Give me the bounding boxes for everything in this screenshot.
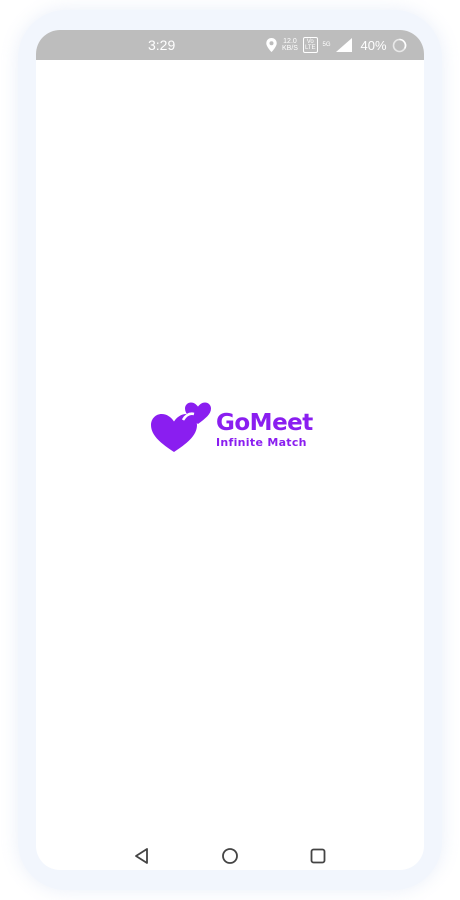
signal-icon	[335, 38, 352, 52]
app-logo: GoMeet Infinite Match	[150, 400, 320, 456]
app-name: GoMeet	[216, 410, 313, 436]
volte-badge: Vo LTE	[302, 37, 318, 53]
double-heart-icon	[151, 402, 211, 452]
network-type-label: 5G	[322, 41, 331, 48]
volte-label: Vo LTE	[304, 39, 316, 51]
back-triangle-icon[interactable]	[132, 846, 152, 866]
network-type: 5G	[323, 42, 331, 49]
phone-screen: 3:29 12.0 KB/S Vo LTE 5G 40% GoMeet Infi…	[36, 30, 424, 870]
battery-percent: 40%	[360, 37, 387, 53]
app-tagline: Infinite Match	[216, 436, 307, 449]
navigation-bar	[36, 842, 424, 870]
recents-square-icon[interactable]	[308, 846, 328, 866]
net-speed-unit: KB/S	[282, 45, 298, 52]
status-bar: 3:29 12.0 KB/S Vo LTE 5G 40%	[36, 30, 424, 60]
page: 3:29 12.0 KB/S Vo LTE 5G 40% GoMeet Infi…	[0, 0, 460, 900]
net-speed-value: 12.0	[283, 38, 297, 45]
net-speed: 12.0 KB/S	[282, 38, 298, 52]
location-icon	[266, 38, 277, 52]
home-circle-icon[interactable]	[220, 846, 240, 866]
status-icons: 12.0 KB/S Vo LTE 5G 40%	[266, 36, 407, 54]
status-time: 3:29	[148, 37, 176, 53]
battery-ring-icon	[392, 38, 406, 52]
